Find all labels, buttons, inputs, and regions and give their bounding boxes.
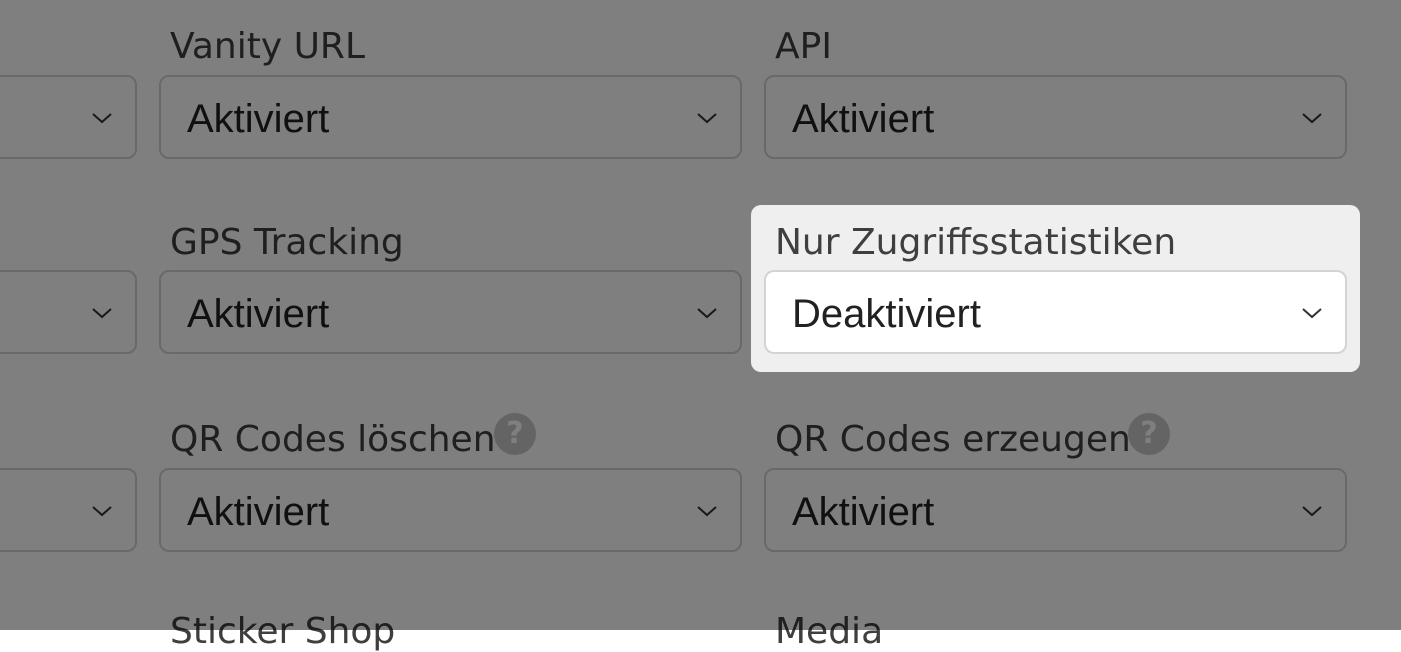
- nur-zugriffsstatistiken-select[interactable]: Deaktiviert: [764, 270, 1347, 354]
- chevron-down-icon: [1302, 308, 1322, 319]
- nur-zugriffsstatistiken-label: Nur Zugriffsstatistiken: [775, 222, 1177, 263]
- nur-zugriffsstatistiken-value: Deaktiviert: [792, 292, 981, 336]
